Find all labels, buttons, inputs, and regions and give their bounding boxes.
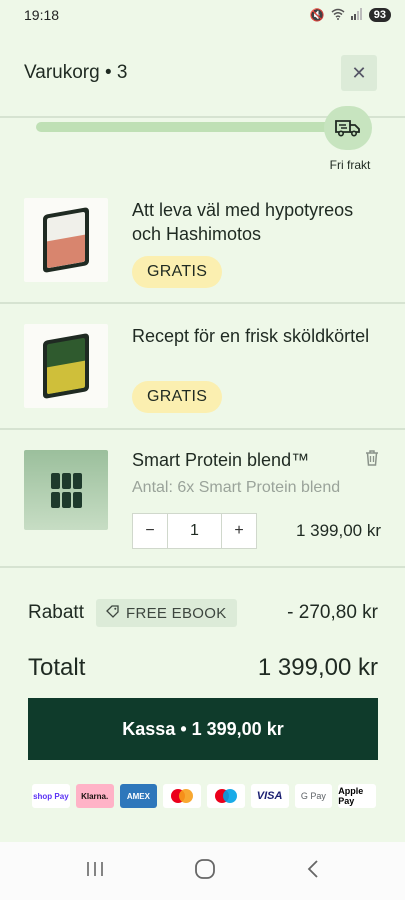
google-pay-logo: G Pay bbox=[294, 784, 333, 808]
item-price: 1 399,00 kr bbox=[295, 521, 381, 540]
item-title[interactable]: Att leva väl med hypotyreos och Hashimot… bbox=[132, 198, 372, 246]
ebook-thumbnail[interactable] bbox=[24, 198, 108, 282]
tag-icon bbox=[106, 604, 119, 622]
visa-logo: VISA bbox=[250, 784, 289, 808]
home-icon[interactable] bbox=[194, 858, 216, 885]
close-button[interactable]: ✕ bbox=[341, 55, 377, 91]
truck-icon bbox=[324, 106, 372, 150]
close-icon: ✕ bbox=[351, 62, 367, 83]
checkout-button[interactable]: Kassa • 1 399,00 kr bbox=[28, 698, 378, 760]
quantity-value[interactable]: 1 bbox=[167, 514, 222, 548]
discount-code-chip: FREE EBOOK bbox=[95, 599, 237, 627]
total-label: Totalt bbox=[28, 654, 86, 681]
mute-icon: 🔇 bbox=[309, 8, 325, 22]
decrease-quantity-button[interactable]: − bbox=[133, 514, 167, 548]
item-divider bbox=[0, 302, 405, 304]
trash-icon[interactable] bbox=[362, 448, 382, 468]
status-icons: 🔇 93 bbox=[309, 7, 391, 23]
gratis-badge: GRATIS bbox=[132, 381, 223, 413]
free-shipping-label: Fri frakt bbox=[329, 158, 371, 172]
maestro-logo bbox=[207, 784, 245, 808]
recent-apps-icon[interactable] bbox=[85, 860, 105, 883]
discount-label: Rabatt bbox=[28, 602, 84, 623]
apple-pay-logo: Apple Pay bbox=[338, 784, 376, 808]
shop-pay-logo: shop Pay bbox=[32, 784, 70, 808]
increase-quantity-button[interactable]: + bbox=[222, 514, 256, 548]
total-value: 1 399,00 kr bbox=[257, 654, 378, 681]
klarna-logo: Klarna. bbox=[75, 784, 114, 808]
payment-methods: shop Pay Klarna. AMEX VISA G Pay Apple P… bbox=[32, 784, 376, 808]
mastercard-logo bbox=[163, 784, 201, 808]
cart-header: Varukorg • 3 ✕ bbox=[0, 30, 405, 116]
item-divider bbox=[0, 428, 405, 430]
item-title[interactable]: Smart Protein blend™ bbox=[132, 448, 372, 472]
item-subtitle: Antal: 6x Smart Protein blend bbox=[132, 479, 341, 496]
discount-value: - 270,80 kr bbox=[287, 602, 378, 623]
battery-indicator: 93 bbox=[368, 8, 391, 22]
product-thumbnail[interactable] bbox=[24, 450, 108, 530]
item-title[interactable]: Recept för en frisk sköldkörtel bbox=[132, 324, 372, 348]
discount-code: FREE EBOOK bbox=[125, 604, 227, 622]
quantity-stepper: − 1 + bbox=[132, 513, 257, 549]
total-row: Totalt 1 399,00 kr bbox=[28, 654, 378, 682]
status-time: 19:18 bbox=[24, 7, 60, 23]
amex-logo: AMEX bbox=[119, 784, 158, 808]
ebook-thumbnail[interactable] bbox=[24, 324, 108, 408]
shipping-progress-bar bbox=[36, 122, 338, 132]
wifi-icon bbox=[331, 8, 345, 23]
status-bar: 19:18 🔇 93 bbox=[0, 0, 405, 30]
gratis-badge: GRATIS bbox=[132, 256, 223, 288]
discount-row: Rabatt FREE EBOOK - 270,80 kr bbox=[28, 598, 378, 628]
cart-drawer: Varukorg • 3 ✕ Fri frakt Att leva väl me… bbox=[0, 30, 405, 842]
cart-title: Varukorg • 3 bbox=[24, 62, 128, 83]
signal-icon bbox=[350, 7, 363, 23]
system-nav-bar bbox=[0, 842, 405, 900]
back-icon[interactable] bbox=[306, 859, 320, 884]
summary-divider bbox=[0, 566, 405, 568]
